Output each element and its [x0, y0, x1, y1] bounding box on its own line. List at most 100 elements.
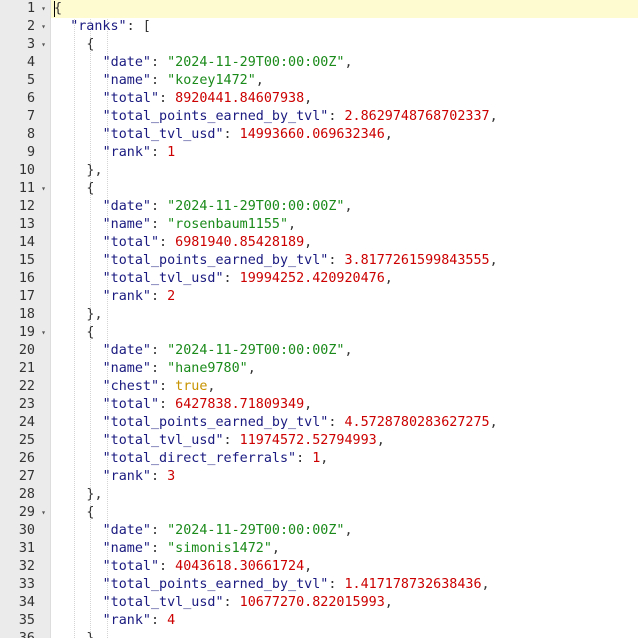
code-line[interactable]: "name": "simonis1472", — [51, 540, 638, 558]
code-line-content: "total_points_earned_by_tvl": 2.86297487… — [103, 108, 498, 126]
code-line-content: "total_tvl_usd": 14993660.069632346, — [103, 126, 393, 144]
code-line[interactable]: "total_tvl_usd": 19994252.420920476, — [51, 270, 638, 288]
string-value: "2024-11-29T00:00:00Z" — [167, 199, 345, 214]
code-line[interactable]: { — [51, 36, 638, 54]
line-number: 21 — [0, 360, 50, 378]
line-number-label: 4 — [26, 55, 35, 70]
punctuation: , — [344, 343, 353, 358]
line-number: 28 — [0, 486, 50, 504]
code-line[interactable]: "total_points_earned_by_tvl": 4.57287802… — [51, 414, 638, 432]
code-line[interactable]: "chest": true, — [51, 378, 638, 396]
code-line[interactable]: }, — [51, 162, 638, 180]
code-line-content: "name": "kozey1472", — [103, 72, 264, 90]
punctuation: : — [150, 145, 168, 160]
code-line-content: { — [54, 0, 62, 18]
code-line[interactable]: }, — [51, 486, 638, 504]
code-line[interactable]: "total_points_earned_by_tvl": 3.81772615… — [51, 252, 638, 270]
punctuation: : [ — [126, 19, 151, 34]
code-line-content: "total_points_earned_by_tvl": 3.81772615… — [103, 252, 498, 270]
line-number-label: 2 — [26, 19, 35, 34]
code-line[interactable]: "rank": 2 — [51, 288, 638, 306]
line-number: 23 — [0, 396, 50, 414]
code-line-content: "total_tvl_usd": 10677270.822015993, — [103, 594, 393, 612]
line-number: 4 — [0, 54, 50, 72]
number-value: 3 — [167, 469, 176, 484]
number-value: 1.417178732638436 — [344, 577, 482, 592]
line-number: 25 — [0, 432, 50, 450]
code-line[interactable]: }, — [51, 306, 638, 324]
fold-toggle-icon[interactable]: ▾ — [41, 36, 46, 54]
code-line[interactable]: "total_points_earned_by_tvl": 2.86297487… — [51, 108, 638, 126]
line-number-label: 18 — [18, 307, 35, 322]
code-line[interactable]: "total_tvl_usd": 14993660.069632346, — [51, 126, 638, 144]
code-line[interactable]: "total": 8920441.84607938, — [51, 90, 638, 108]
code-line[interactable]: "rank": 4 — [51, 612, 638, 630]
code-line[interactable]: "rank": 1 — [51, 144, 638, 162]
code-line[interactable]: { — [51, 0, 638, 18]
code-area[interactable]: {"ranks": [{"date": "2024-11-29T00:00:00… — [51, 0, 638, 638]
code-line[interactable]: "total_tvl_usd": 10677270.822015993, — [51, 594, 638, 612]
punctuation: : — [150, 73, 168, 88]
punctuation: , — [247, 361, 256, 376]
code-line[interactable]: "name": "kozey1472", — [51, 72, 638, 90]
code-line[interactable]: }, — [51, 630, 638, 638]
punctuation: , — [304, 91, 313, 106]
code-line[interactable]: "ranks": [ — [51, 18, 638, 36]
code-line[interactable]: "date": "2024-11-29T00:00:00Z", — [51, 522, 638, 540]
number-value: 14993660.069632346 — [239, 127, 385, 142]
code-line[interactable]: { — [51, 504, 638, 522]
line-number: 10 — [0, 162, 50, 180]
code-line[interactable]: { — [51, 324, 638, 342]
punctuation: }, — [86, 631, 102, 638]
punctuation: { — [86, 325, 95, 340]
code-line-content: "name": "rosenbaum1155", — [103, 216, 297, 234]
code-line[interactable]: "rank": 3 — [51, 468, 638, 486]
code-line-content: { — [86, 504, 94, 522]
code-editor[interactable]: 1 ▾ 2 ▾ 3 ▾ 4 5 6 7 8 9 10 11 ▾ 12 13 14 15 16 17 18 19 ▾ 20 21 22… — [0, 0, 638, 638]
code-line[interactable]: "name": "rosenbaum1155", — [51, 216, 638, 234]
fold-toggle-icon[interactable]: ▾ — [41, 180, 46, 198]
text-cursor — [54, 1, 55, 17]
code-line[interactable]: "total": 4043618.30661724, — [51, 558, 638, 576]
line-number: 20 — [0, 342, 50, 360]
punctuation: : — [150, 469, 168, 484]
code-line[interactable]: "total": 6427838.71809349, — [51, 396, 638, 414]
fold-toggle-icon[interactable]: ▾ — [41, 0, 46, 18]
fold-toggle-icon[interactable]: ▾ — [41, 504, 46, 522]
fold-toggle-icon[interactable]: ▾ — [41, 18, 46, 36]
code-line[interactable]: "date": "2024-11-29T00:00:00Z", — [51, 54, 638, 72]
json-key: "date" — [102, 523, 151, 538]
punctuation: , — [288, 217, 297, 232]
code-line-content: "rank": 2 — [103, 288, 176, 306]
fold-toggle-icon[interactable]: ▾ — [41, 324, 46, 342]
line-number-label: 5 — [26, 73, 35, 88]
punctuation: , — [481, 577, 490, 592]
code-line-content: }, — [86, 486, 102, 504]
line-number-label: 24 — [18, 415, 35, 430]
code-line[interactable]: "total": 6981940.85428189, — [51, 234, 638, 252]
punctuation: : — [150, 199, 168, 214]
code-line[interactable]: "total_tvl_usd": 11974572.52794993, — [51, 432, 638, 450]
string-value: "2024-11-29T00:00:00Z" — [167, 523, 345, 538]
punctuation: , — [384, 271, 393, 286]
code-line-content: "total_direct_referrals": 1, — [103, 450, 329, 468]
code-line[interactable]: "total_direct_referrals": 1, — [51, 450, 638, 468]
code-line[interactable]: "date": "2024-11-29T00:00:00Z", — [51, 342, 638, 360]
code-line[interactable]: "name": "hane9780", — [51, 360, 638, 378]
punctuation: }, — [86, 307, 103, 322]
line-number: 15 — [0, 252, 50, 270]
json-key: "rank" — [102, 613, 151, 628]
number-value: 6981940.85428189 — [175, 235, 305, 250]
line-number: 33 — [0, 576, 50, 594]
code-line[interactable]: "total_points_earned_by_tvl": 1.41717873… — [51, 576, 638, 594]
code-line[interactable]: { — [51, 180, 638, 198]
line-number-label: 13 — [18, 217, 35, 232]
code-line[interactable]: "date": "2024-11-29T00:00:00Z", — [51, 198, 638, 216]
line-number-label: 35 — [18, 613, 35, 628]
punctuation: , — [489, 253, 498, 268]
line-number-label: 15 — [18, 253, 35, 268]
line-number: 26 — [0, 450, 50, 468]
line-number: 1 ▾ — [0, 0, 50, 18]
json-key: "date" — [102, 55, 151, 70]
code-line-content: "total": 6981940.85428189, — [103, 234, 313, 252]
